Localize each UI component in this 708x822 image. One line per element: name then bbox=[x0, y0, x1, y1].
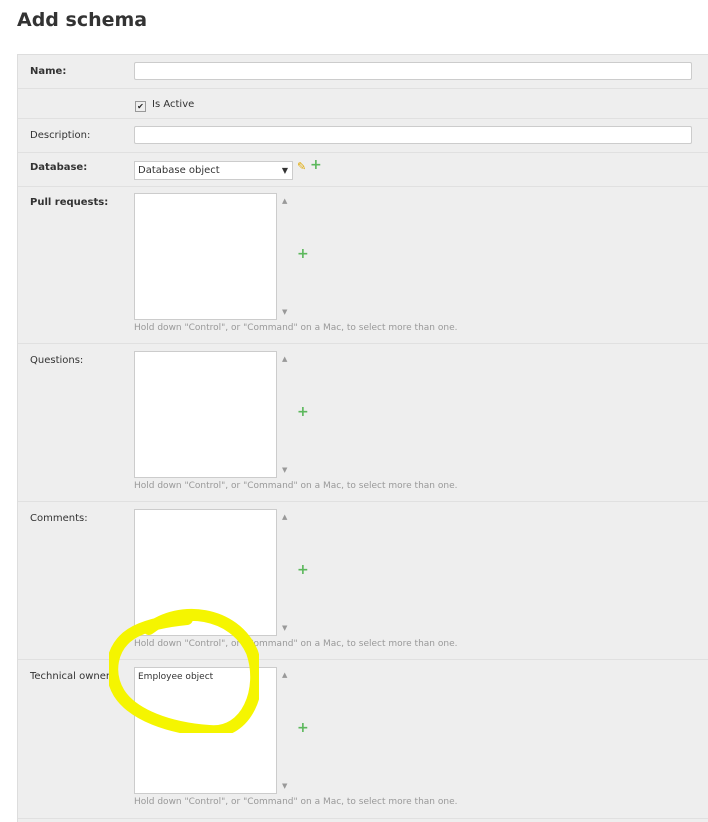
database-selected-value: Database object bbox=[138, 165, 220, 176]
name-input[interactable] bbox=[134, 62, 692, 80]
scroll-down-icon: ▼ bbox=[282, 466, 288, 474]
technical-owners-row: Technical owners: Employee object ▲ ▼ + … bbox=[18, 660, 708, 819]
name-row: Name: bbox=[18, 55, 708, 89]
comments-scrollbar[interactable]: ▲ ▼ bbox=[278, 509, 294, 636]
comments-label: Comments: bbox=[30, 513, 88, 524]
plus-icon[interactable]: + bbox=[297, 563, 309, 577]
chevron-down-icon: ▼ bbox=[281, 166, 288, 175]
scroll-up-icon: ▲ bbox=[282, 355, 288, 363]
database-row: Database: Database object ▼ ✎ + bbox=[18, 153, 708, 187]
page-title: Add schema bbox=[17, 9, 148, 31]
technical-owners-label: Technical owners: bbox=[30, 671, 119, 682]
scroll-up-icon: ▲ bbox=[282, 671, 288, 679]
pencil-icon[interactable]: ✎ bbox=[297, 160, 306, 173]
pull-requests-multiselect[interactable] bbox=[134, 193, 277, 320]
questions-label: Questions: bbox=[30, 355, 84, 366]
help-text: Hold down "Control", or "Command" on a M… bbox=[134, 639, 458, 649]
pull-requests-label: Pull requests: bbox=[30, 197, 109, 208]
plus-icon[interactable]: + bbox=[297, 405, 309, 419]
questions-scrollbar[interactable]: ▲ ▼ bbox=[278, 351, 294, 478]
name-label: Name: bbox=[30, 66, 67, 77]
technical-owners-scrollbar[interactable]: ▲ ▼ bbox=[278, 667, 294, 794]
description-input[interactable] bbox=[134, 126, 692, 144]
pull-requests-scrollbar[interactable]: ▲ ▼ bbox=[278, 193, 294, 320]
scroll-down-icon: ▼ bbox=[282, 308, 288, 316]
schema-form: Name: ✔ Is Active Description: Database:… bbox=[17, 54, 708, 822]
technical-owners-multiselect[interactable]: Employee object bbox=[134, 667, 277, 794]
description-row: Description: bbox=[18, 119, 708, 153]
comments-multiselect[interactable] bbox=[134, 509, 277, 636]
database-label: Database: bbox=[30, 162, 88, 173]
checkmark-icon: ✔ bbox=[137, 102, 144, 111]
scroll-up-icon: ▲ bbox=[282, 197, 288, 205]
is-active-label: Is Active bbox=[152, 99, 195, 110]
is-active-row: ✔ Is Active bbox=[18, 89, 708, 119]
technical-owners-option[interactable]: Employee object bbox=[138, 672, 273, 682]
scroll-down-icon: ▼ bbox=[282, 624, 288, 632]
plus-icon[interactable]: + bbox=[297, 247, 309, 261]
description-label: Description: bbox=[30, 130, 91, 141]
is-active-checkbox[interactable]: ✔ bbox=[135, 101, 146, 112]
plus-icon[interactable]: + bbox=[297, 721, 309, 735]
database-select[interactable]: Database object ▼ bbox=[134, 161, 293, 180]
comments-row: Comments: ▲ ▼ + Hold down "Control", or … bbox=[18, 502, 708, 660]
scroll-down-icon: ▼ bbox=[282, 782, 288, 790]
scroll-up-icon: ▲ bbox=[282, 513, 288, 521]
questions-row: Questions: ▲ ▼ + Hold down "Control", or… bbox=[18, 344, 708, 502]
help-text: Hold down "Control", or "Command" on a M… bbox=[134, 323, 458, 333]
pull-requests-row: Pull requests: ▲ ▼ + Hold down "Control"… bbox=[18, 187, 708, 344]
help-text: Hold down "Control", or "Command" on a M… bbox=[134, 797, 458, 807]
help-text: Hold down "Control", or "Command" on a M… bbox=[134, 481, 458, 491]
plus-icon[interactable]: + bbox=[310, 158, 322, 172]
questions-multiselect[interactable] bbox=[134, 351, 277, 478]
